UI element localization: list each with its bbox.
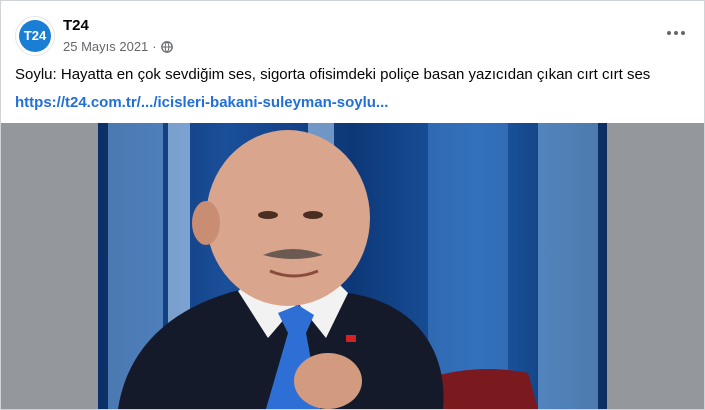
- post-date[interactable]: 25 Mayıs 2021: [63, 39, 148, 54]
- more-options-icon[interactable]: [664, 23, 688, 43]
- page-name[interactable]: T24: [63, 17, 89, 34]
- page-avatar[interactable]: T24: [15, 16, 55, 56]
- photo-illustration: [108, 123, 598, 409]
- meta-separator: ·: [152, 39, 157, 54]
- facebook-post: T24 T24 25 Mayıs 2021 · Soylu: Hayatta e…: [0, 0, 705, 410]
- post-header: T24 T24 25 Mayıs 2021 ·: [1, 1, 704, 59]
- post-media: [1, 123, 704, 409]
- avatar-logo: T24: [19, 20, 51, 52]
- post-message: Soylu: Hayatta en çok sevdiğim ses, sigo…: [15, 66, 651, 83]
- globe-icon[interactable]: [160, 40, 173, 53]
- post-photo[interactable]: [98, 123, 607, 409]
- post-link[interactable]: https://t24.com.tr/.../icisleri-bakani-s…: [15, 94, 388, 111]
- post-meta: 25 Mayıs 2021 ·: [63, 39, 173, 54]
